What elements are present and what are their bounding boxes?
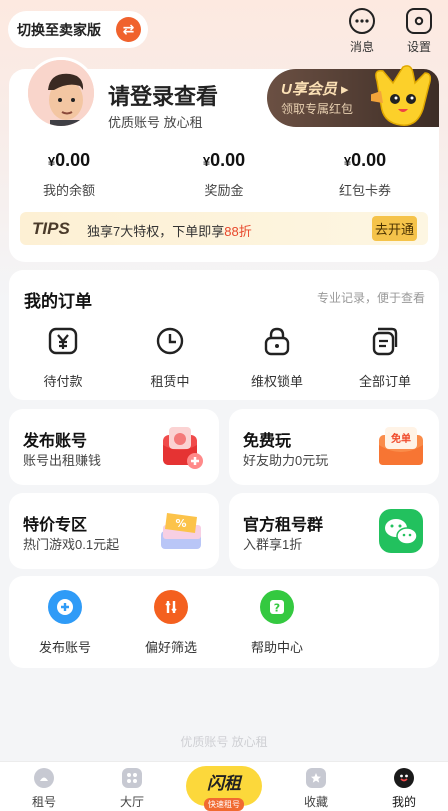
official-group-title: 官方租号群 [243, 517, 324, 534]
red-envelope-icon [163, 427, 203, 469]
tab-rent[interactable]: 租号 [14, 768, 74, 810]
order-renting-label: 租赁中 [150, 374, 190, 389]
star-icon [306, 768, 326, 788]
order-locked[interactable]: 维权锁单 [237, 325, 317, 390]
tab-favorites[interactable]: 收藏 [286, 768, 346, 810]
reward-stat[interactable]: ¥0.00 奖励金 [164, 150, 284, 199]
order-renting[interactable]: 租赁中 [130, 325, 210, 390]
settings-label: 设置 [406, 40, 431, 54]
help-icon: ? [260, 590, 294, 624]
tips-text: 独享7大特权，下单即享88折 [87, 224, 252, 239]
svg-text:%: % [175, 517, 186, 530]
tips-open-button[interactable]: 去开通 [372, 216, 417, 241]
tool-preference-filter[interactable]: 偏好筛选 [126, 590, 216, 656]
vip-membership-banner[interactable]: U享会员 ▸ 领取专属红包 [267, 65, 439, 127]
reward-label: 奖励金 [204, 183, 244, 198]
rent-icon [34, 768, 54, 788]
quick-rent-title: 闪租 [207, 774, 241, 793]
official-group-card[interactable]: 官方租号群 入群享1折 [229, 493, 439, 569]
reward-value: 0.00 [210, 150, 246, 170]
coupon-value: 0.00 [351, 150, 387, 170]
official-group-sub: 入群享1折 [243, 537, 303, 552]
free-play-sub: 好友助力0元玩 [243, 453, 329, 468]
special-offer-title: 特价专区 [23, 517, 88, 534]
tool-publish-account[interactable]: 发布账号 [20, 590, 110, 656]
free-play-card[interactable]: 免费玩 好友助力0元玩 免单 [229, 409, 439, 485]
discount-ticket-icon: % [161, 513, 201, 549]
login-prompt-title[interactable]: 请登录查看 [108, 79, 218, 111]
balance-label: 我的余额 [42, 183, 95, 198]
default-avatar[interactable] [25, 57, 97, 129]
publish-account-title: 发布账号 [23, 433, 88, 450]
svg-text:?: ? [274, 602, 280, 615]
tab-hall[interactable]: 大厅 [102, 768, 162, 810]
order-locked-label: 维权锁单 [250, 374, 303, 389]
order-pending-payment[interactable]: 待付款 [23, 325, 103, 390]
svg-text:免单: 免单 [391, 432, 411, 445]
special-offer-card[interactable]: 特价专区 热门游戏0.1元起 % [9, 493, 219, 569]
settings-button[interactable]: 设置 [399, 8, 439, 55]
tab-rent-label: 租号 [31, 795, 56, 809]
messages-label: 消息 [349, 40, 374, 54]
order-all[interactable]: 全部订单 [345, 325, 425, 390]
tab-hall-label: 大厅 [119, 795, 144, 809]
publish-account-card[interactable]: 发布账号 账号出租赚钱 [9, 409, 219, 485]
special-offer-sub: 热门游戏0.1元起 [23, 537, 120, 552]
profile-icon [394, 768, 414, 788]
vip-title: U享会员 ▸ [281, 81, 349, 98]
vip-subtitle: 领取专属红包 [281, 102, 354, 116]
orders-title: 我的订单 [24, 292, 92, 311]
balance-value: 0.00 [55, 150, 91, 170]
gear-icon [406, 8, 432, 34]
login-prompt-subtitle: 优质账号 放心租 [108, 115, 203, 130]
order-list-icon [372, 327, 398, 356]
orders-subtitle: 专业记录，便于查看 [316, 291, 425, 305]
filter-icon [154, 590, 188, 624]
tool-help-label: 帮助中心 [250, 640, 303, 655]
tab-mine[interactable]: 我的 [374, 768, 434, 810]
messages-button[interactable]: 消息 [342, 8, 382, 55]
free-coupon-icon: 免单 [379, 427, 423, 465]
tab-favorites-label: 收藏 [303, 795, 328, 809]
coupon-label: 红包卡券 [338, 183, 391, 198]
profile-card: 请登录查看 优质账号 放心租 U享会员 ▸ 领取专属红包 ¥0.00 我的余额 … [9, 57, 439, 262]
tool-publish-label: 发布账号 [38, 640, 91, 655]
plus-circle-icon [48, 590, 82, 624]
coupon-stat[interactable]: ¥0.00 红包卡券 [305, 150, 425, 199]
quick-rent-sub: 快速租号 [204, 798, 244, 811]
tool-help-center[interactable]: ? 帮助中心 [232, 590, 322, 656]
balance-stat[interactable]: ¥0.00 我的余额 [9, 150, 129, 199]
message-bubble-icon [349, 8, 375, 34]
switch-label: 切换至卖家版 [17, 21, 101, 38]
wechat-icon [379, 509, 423, 553]
vip-mascot-icon [371, 65, 432, 126]
hall-grid-icon [122, 768, 142, 788]
orders-card: 我的订单 专业记录，便于查看 待付款 租赁中 维权锁单 全部订单 [9, 270, 439, 400]
swap-arrows-icon: ⇄ [116, 17, 141, 42]
tips-banner[interactable]: TIPS 独享7大特权，下单即享88折 去开通 [20, 212, 428, 245]
tab-mine-label: 我的 [391, 795, 416, 809]
yen-payment-icon [48, 327, 78, 355]
footer-slogan: 优质账号 放心租 [180, 735, 268, 749]
tool-filter-label: 偏好筛选 [144, 640, 197, 655]
free-play-title: 免费玩 [243, 433, 292, 450]
publish-account-sub: 账号出租赚钱 [23, 453, 102, 468]
lock-icon [264, 327, 290, 356]
order-pending-label: 待付款 [43, 374, 83, 389]
switch-to-seller-button[interactable]: 切换至卖家版 ⇄ [8, 11, 148, 48]
tools-card: 发布账号 偏好筛选 ? 帮助中心 [9, 576, 439, 668]
order-all-label: 全部订单 [358, 374, 411, 389]
tips-tag: TIPS [32, 219, 70, 238]
tab-quick-rent[interactable]: 闪租 快速租号 [186, 766, 262, 811]
clock-icon [156, 327, 184, 355]
